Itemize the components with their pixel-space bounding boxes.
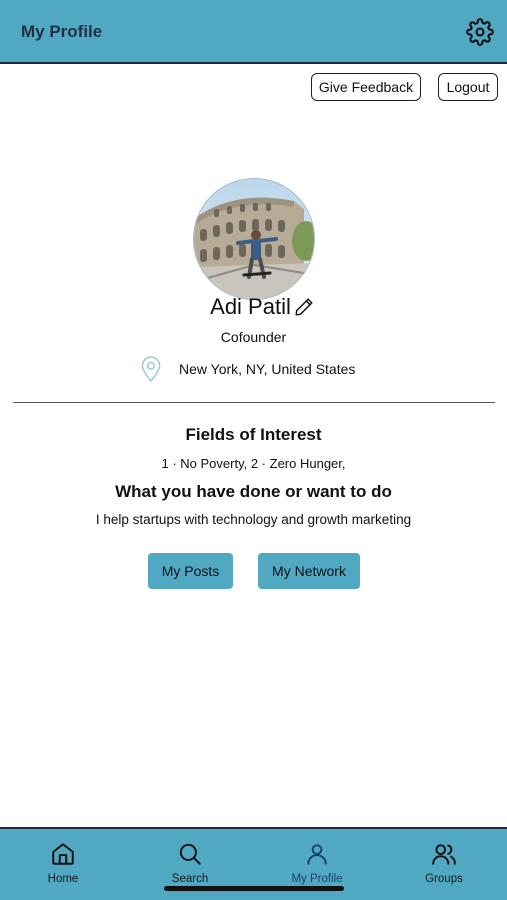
profile-location: New York, NY, United States	[138, 355, 355, 383]
gear-icon	[466, 18, 494, 46]
tab-my-profile-label: My Profile	[291, 873, 343, 885]
profile-name: Adi Patil	[210, 294, 291, 319]
map-pin-icon	[138, 355, 164, 383]
about-heading: What you have done or want to do	[115, 482, 392, 501]
tab-home-label: Home	[47, 873, 79, 885]
give-feedback-button[interactable]: Give Feedback	[311, 73, 421, 101]
home-icon	[50, 841, 76, 867]
home-indicator	[164, 886, 344, 891]
tab-search-label: Search	[171, 873, 209, 885]
interests-list: 1 · No Poverty, 2 · Zero Hunger,	[161, 456, 346, 471]
search-icon	[177, 841, 203, 867]
logout-button[interactable]: Logout	[438, 73, 498, 101]
user-icon	[304, 841, 330, 867]
my-network-button[interactable]: My Network	[258, 553, 360, 589]
interests-heading: Fields of Interest	[185, 425, 322, 444]
section-divider	[13, 402, 495, 403]
profile-role: Cofounder	[220, 329, 287, 345]
avatar[interactable]	[193, 178, 315, 300]
pencil-icon[interactable]	[293, 296, 315, 318]
settings-button[interactable]	[465, 17, 495, 47]
profile-name-row: Adi Patil	[0, 292, 507, 322]
avatar-photo	[194, 179, 314, 299]
tab-groups[interactable]: Groups	[381, 829, 507, 900]
my-posts-button[interactable]: My Posts	[148, 553, 233, 589]
location-text: New York, NY, United States	[179, 361, 356, 377]
users-icon	[431, 841, 457, 867]
tab-groups-label: Groups	[425, 873, 463, 885]
top-app-bar: My Profile	[0, 0, 507, 64]
page-title: My Profile	[21, 22, 103, 41]
tab-home[interactable]: Home	[0, 829, 126, 900]
about-text: I help startups with technology and grow…	[95, 512, 412, 527]
